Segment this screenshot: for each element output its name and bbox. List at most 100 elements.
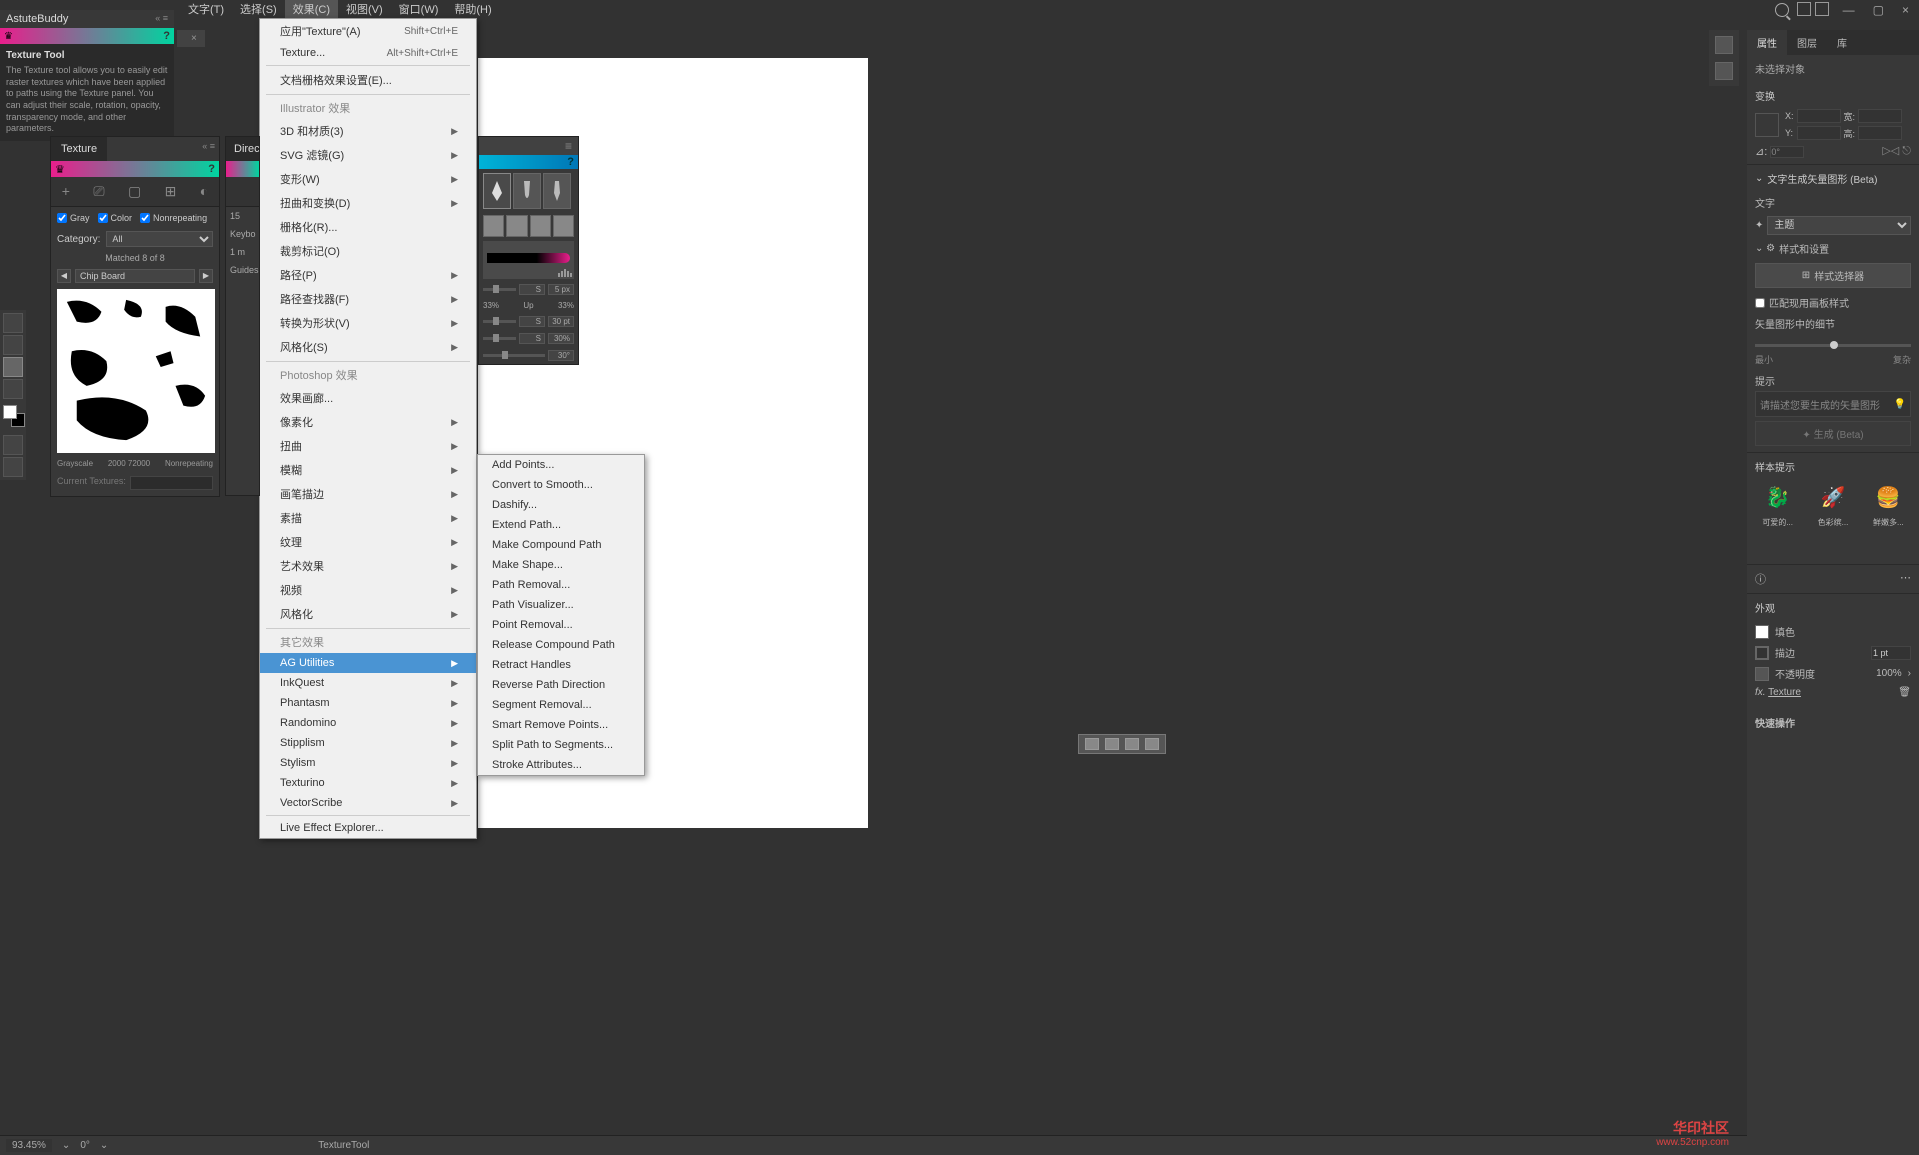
style-settings[interactable]: ⌄ ⚙样式和设置 (1755, 238, 1911, 259)
texture-tab[interactable]: Texture (51, 137, 107, 161)
nonrepeating-checkbox[interactable]: Nonrepeating (140, 213, 207, 223)
w-input[interactable] (1858, 109, 1902, 123)
tool-button[interactable] (3, 435, 23, 455)
apply-texture[interactable]: 应用"Texture"(A)Shift+Ctrl+E (260, 19, 476, 43)
tool-button[interactable] (3, 379, 23, 399)
swatch[interactable] (530, 215, 551, 237)
zoom-level[interactable]: 93.45% (6, 1139, 52, 1152)
sample-prompt[interactable]: 🐉可爱的... (1761, 480, 1795, 528)
tool-button[interactable] (3, 457, 23, 477)
tab-properties[interactable]: 属性 (1747, 30, 1787, 55)
panel-icon[interactable] (1715, 36, 1733, 54)
ag-convert-to-smooth-[interactable]: Convert to Smooth... (478, 475, 644, 495)
direct-tab[interactable]: Direc (226, 137, 259, 161)
plugin-inkquest[interactable]: InkQuest▶ (260, 673, 476, 693)
style-picker-button[interactable]: ⊞样式选择器 (1755, 263, 1911, 288)
category-select[interactable]: All (106, 231, 213, 247)
generate-button[interactable]: ✦ 生成 (Beta) (1755, 421, 1911, 446)
opacity-swatch[interactable] (1755, 667, 1769, 681)
tool-button[interactable] (3, 357, 23, 377)
help-icon[interactable]: ? (163, 30, 170, 42)
ag-retract-handles[interactable]: Retract Handles (478, 655, 644, 675)
tool-button[interactable] (3, 335, 23, 355)
texture-effect-link[interactable]: Texture (1768, 687, 1801, 698)
fx-item[interactable]: 画笔描边▶ (260, 482, 476, 506)
ag-path-removal-[interactable]: Path Removal... (478, 575, 644, 595)
fx-item[interactable]: SVG 滤镜(G)▶ (260, 143, 476, 167)
ag-make-shape-[interactable]: Make Shape... (478, 555, 644, 575)
size-slider[interactable]: S5 px (479, 281, 578, 298)
folder-icon[interactable]: ▢ (128, 183, 141, 200)
fx-item[interactable]: 3D 和材质(3)▶ (260, 119, 476, 143)
panel-menu-icon[interactable]: « ≡ (155, 13, 168, 25)
tab-layers[interactable]: 图层 (1787, 30, 1827, 55)
menu-effects[interactable]: 效果(C) (285, 0, 338, 20)
tab-libraries[interactable]: 库 (1827, 30, 1857, 55)
x-input[interactable] (1797, 109, 1841, 123)
menu-text[interactable]: 文字(T) (180, 0, 232, 20)
next-texture-button[interactable]: ▶ (199, 269, 213, 283)
fx-item[interactable]: 视频▶ (260, 578, 476, 602)
ag-stroke-attributes-[interactable]: Stroke Attributes... (478, 755, 644, 775)
fx-item[interactable]: 纹理▶ (260, 530, 476, 554)
tool-button[interactable] (3, 313, 23, 333)
ag-split-path-to-segments-[interactable]: Split Path to Segments... (478, 735, 644, 755)
stroke-width-input[interactable] (1871, 646, 1911, 660)
ag-segment-removal-[interactable]: Segment Removal... (478, 695, 644, 715)
trash-icon[interactable]: 🗑 (1898, 687, 1911, 698)
texture-preview[interactable] (57, 289, 215, 453)
plugin-phantasm[interactable]: Phantasm▶ (260, 693, 476, 713)
pct-slider[interactable]: S30% (479, 330, 578, 347)
h-input[interactable] (1858, 126, 1902, 140)
fx-item[interactable]: 效果画廊... (260, 386, 476, 410)
swatch[interactable] (483, 215, 504, 237)
minimize-button[interactable]: — (1837, 0, 1861, 20)
sliders-icon[interactable]: ⎚ (93, 183, 104, 200)
fx-item[interactable]: 素描▶ (260, 506, 476, 530)
panel-icon[interactable] (1715, 62, 1733, 80)
panel-menu-icon[interactable]: ≡ (565, 139, 572, 153)
fx-item[interactable]: 栅格化(R)... (260, 215, 476, 239)
reference-point[interactable] (1755, 113, 1779, 137)
close-button[interactable]: × (1896, 0, 1915, 20)
doc-raster-settings[interactable]: 文档栅格效果设置(E)... (260, 68, 476, 92)
fx-item[interactable]: 扭曲和变换(D)▶ (260, 191, 476, 215)
ag-smart-remove-points-[interactable]: Smart Remove Points... (478, 715, 644, 735)
menu-help[interactable]: 帮助(H) (446, 0, 499, 20)
fx-item[interactable]: 转换为形状(V)▶ (260, 311, 476, 335)
angle-slider[interactable]: 30° (479, 347, 578, 364)
brush-tool-icon[interactable] (513, 173, 541, 209)
chevron-icon[interactable]: › (1908, 668, 1911, 679)
menu-select[interactable]: 选择(S) (232, 0, 285, 20)
maximize-button[interactable]: ▢ (1867, 0, 1890, 20)
menu-window[interactable]: 窗口(W) (391, 0, 447, 20)
brush2-tool-icon[interactable] (543, 173, 571, 209)
prev-texture-button[interactable]: ◀ (57, 269, 71, 283)
ag-add-points-[interactable]: Add Points... (478, 455, 644, 475)
plugin-stipplism[interactable]: Stipplism▶ (260, 733, 476, 753)
sample-prompt[interactable]: 🍔鲜嫩多... (1871, 480, 1905, 528)
fx-item[interactable]: 变形(W)▶ (260, 167, 476, 191)
plugin-randomino[interactable]: Randomino▶ (260, 713, 476, 733)
ag-extend-path-[interactable]: Extend Path... (478, 515, 644, 535)
fx-item[interactable]: 路径查找器(F)▶ (260, 287, 476, 311)
add-icon[interactable]: + (62, 183, 70, 200)
color-picker[interactable] (3, 405, 25, 427)
fx-item[interactable]: 扭曲▶ (260, 434, 476, 458)
fill-swatch[interactable] (1755, 625, 1769, 639)
theme-select[interactable]: 主题 (1767, 216, 1911, 235)
view-mode-toggle[interactable] (1078, 734, 1166, 754)
panel-options-icon[interactable]: « ≡ (198, 137, 219, 161)
swatch[interactable] (506, 215, 527, 237)
plugin-vectorscribe[interactable]: VectorScribe▶ (260, 793, 476, 813)
ag-path-visualizer-[interactable]: Path Visualizer... (478, 595, 644, 615)
pt-slider[interactable]: S30 pt (479, 313, 578, 330)
apply-icon[interactable]: ◐ (200, 183, 208, 200)
ag-point-removal-[interactable]: Point Removal... (478, 615, 644, 635)
live-effect-explorer[interactable]: Live Effect Explorer... (260, 818, 476, 838)
fx-item[interactable]: 风格化(S)▶ (260, 335, 476, 359)
fx-item[interactable]: 像素化▶ (260, 410, 476, 434)
angle-input[interactable] (1770, 146, 1804, 158)
pen-tool-icon[interactable] (483, 173, 511, 209)
flip-icons[interactable]: ▷◁ ⎋ (1882, 144, 1911, 158)
